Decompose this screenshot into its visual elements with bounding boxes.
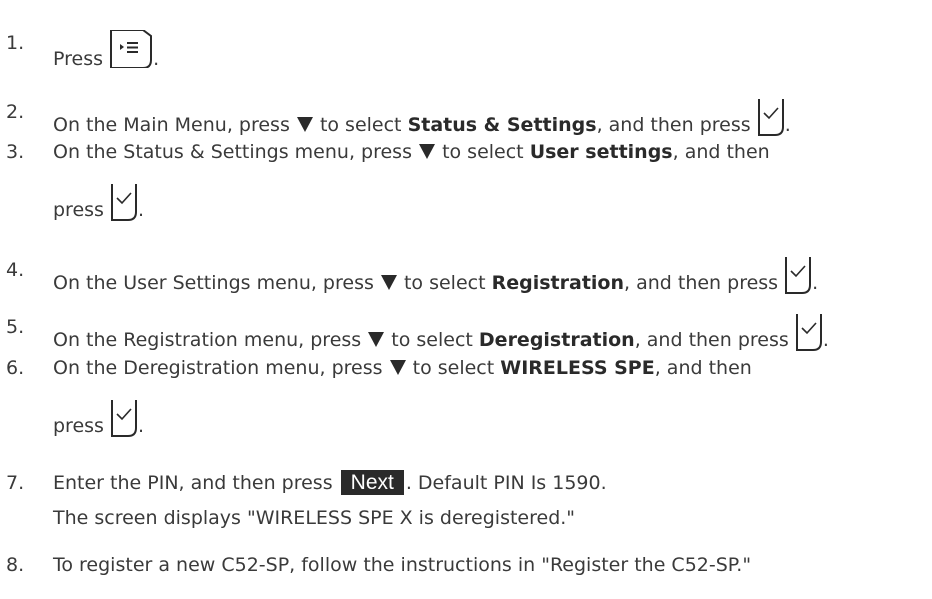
checkmark-icon	[110, 184, 138, 222]
checkmark-icon	[795, 314, 823, 352]
menu-icon	[109, 30, 153, 68]
down-arrow-icon	[419, 144, 436, 159]
down-arrow-icon	[380, 275, 397, 290]
step-text: Press	[53, 48, 104, 70]
down-arrow-icon	[368, 332, 385, 347]
step-number: 5.	[6, 316, 25, 338]
checkmark-icon	[110, 400, 138, 438]
step-number: 7.	[6, 472, 25, 494]
step-number: 6.	[6, 357, 25, 379]
next-key: Next	[340, 470, 404, 495]
checkmark-icon	[784, 257, 812, 295]
step-number: 4.	[6, 259, 25, 281]
step-number: 8.	[6, 554, 25, 576]
down-arrow-icon	[389, 360, 406, 375]
down-arrow-icon	[296, 117, 313, 132]
step-number: 2.	[6, 101, 25, 123]
step-number: 1.	[6, 32, 25, 54]
checkmark-icon	[757, 99, 785, 137]
step-number: 3.	[6, 141, 25, 163]
